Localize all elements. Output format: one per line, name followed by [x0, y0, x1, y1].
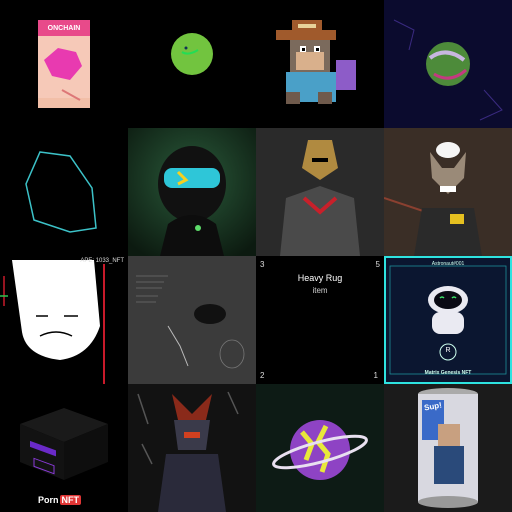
- onchain-label: ONCHAIN: [47, 25, 81, 32]
- astronaut-badge: R: [445, 347, 451, 354]
- figure-can-image: [384, 384, 512, 512]
- rug-title: Heavy Rug: [297, 273, 343, 283]
- green-ball-image: [171, 33, 213, 75]
- tile-masked-figure[interactable]: [128, 128, 256, 256]
- rug-corner-bottom-right: 1: [373, 371, 378, 380]
- porn-nft-box-image: [20, 408, 108, 480]
- upside-down-wojak-image: [0, 256, 105, 384]
- pixel-monkey-image: [276, 20, 356, 104]
- tile-green-ball[interactable]: [128, 0, 256, 128]
- masked-figure-image: [128, 128, 256, 256]
- tile-porn-nft-box[interactable]: Porn NFT: [0, 384, 128, 512]
- porn-nft-logo: Porn NFT: [38, 495, 82, 505]
- outline-blob-image: [25, 151, 97, 233]
- rug-corner-bottom-left: 2: [260, 371, 265, 380]
- astronaut-header: Astronaut#001: [431, 261, 465, 267]
- tile-heavy-rug[interactable]: 3 5 Heavy Rug item 2 1: [256, 256, 384, 384]
- tile-pixel-monkey[interactable]: [256, 0, 384, 128]
- tile-astronaut-card[interactable]: Astronaut#001 R Matrix Genesis NFT: [384, 256, 512, 384]
- ringed-planet-image: [256, 384, 384, 512]
- tile-wolf-character[interactable]: [384, 128, 512, 256]
- tile-sketch-scene[interactable]: [128, 256, 256, 384]
- tile-ringed-planet[interactable]: [256, 384, 384, 512]
- wojak-label: APE: 1033_NFT: [80, 258, 124, 264]
- space-planet-image: [384, 0, 512, 128]
- astronaut-card-image: [384, 256, 512, 384]
- tile-upside-down-wojak[interactable]: APE: 1033_NFT: [0, 256, 128, 384]
- wolf-character-image: [384, 128, 512, 256]
- rug-subtitle: item: [312, 286, 328, 295]
- tile-space-planet[interactable]: [384, 0, 512, 128]
- logo-text: Porn: [38, 495, 59, 505]
- rug-corner-top-right: 5: [375, 260, 380, 269]
- tile-onchain-banana[interactable]: ONCHAIN: [0, 0, 128, 128]
- tile-samurai-armor[interactable]: [128, 384, 256, 512]
- tile-armored-knight[interactable]: [256, 128, 384, 256]
- sketch-scene-image: [128, 256, 256, 384]
- rug-corner-top-left: 3: [260, 260, 265, 269]
- onchain-pack-image: [38, 20, 90, 108]
- astronaut-footer: Matrix Genesis NFT: [424, 370, 472, 376]
- tile-outline-blob[interactable]: [0, 128, 128, 256]
- tile-figure-can[interactable]: Sup!: [384, 384, 512, 512]
- samurai-armor-image: [128, 384, 256, 512]
- armored-knight-image: [256, 128, 384, 256]
- nft-gallery-grid: ONCHAIN APE: 1033_NFT 3 5 Heavy Rug item…: [0, 0, 512, 512]
- logo-box: NFT: [59, 495, 82, 505]
